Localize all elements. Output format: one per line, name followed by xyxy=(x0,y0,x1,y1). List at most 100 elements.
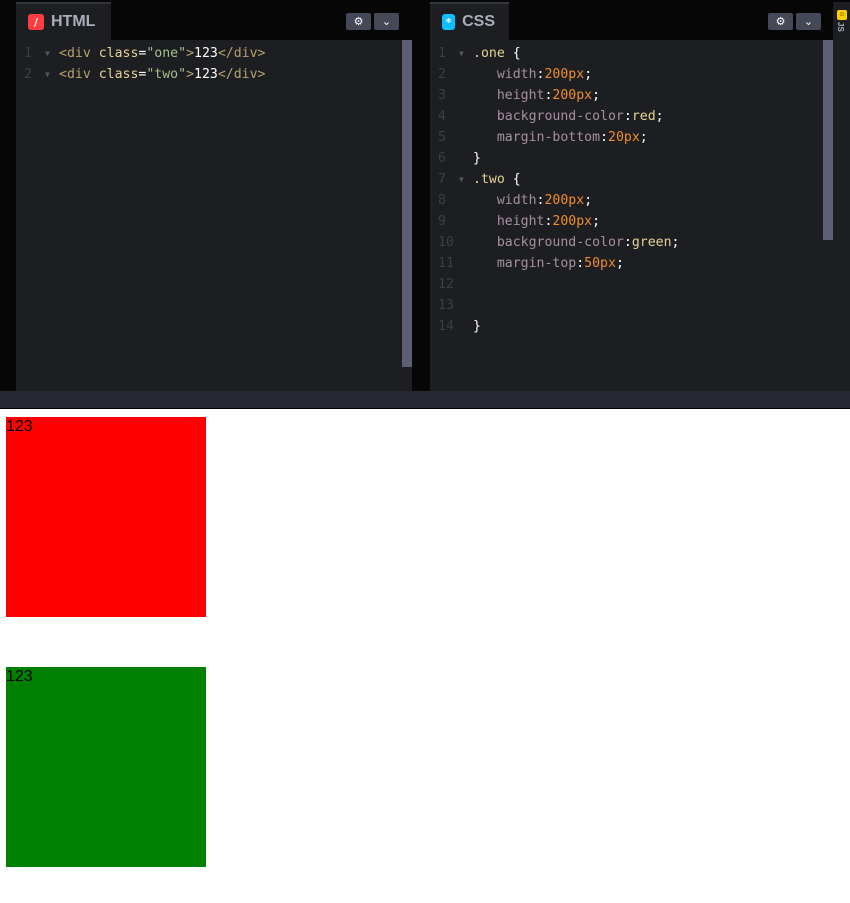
result-preview: 123 123 xyxy=(0,409,850,903)
code-token: 200px xyxy=(544,67,585,82)
code-text: } xyxy=(473,148,481,169)
line-number: 9 xyxy=(438,214,446,229)
code-token: margin-bottom xyxy=(473,130,601,145)
code-text: width:200px; xyxy=(473,190,592,211)
code-token: > xyxy=(186,46,195,61)
html-code-editor[interactable]: 1 ▼ <div class="one">123</div> 2 ▼ <div class… xyxy=(16,43,400,391)
css-panel-header: * CSS ⚙ ⌄ xyxy=(430,2,833,40)
code-token: 50px xyxy=(584,256,616,271)
editor-area: / HTML ⚙ ⌄ 1 ▼ <div class="one">123</div> 2… xyxy=(0,0,850,392)
code-text: background-color:red; xyxy=(473,106,664,127)
code-token: ; xyxy=(584,193,593,208)
code-token: background-color xyxy=(473,235,624,250)
code-token: 200px xyxy=(552,214,593,229)
preview-box-two: 123 xyxy=(6,667,206,867)
preview-box-one: 123 xyxy=(6,417,206,617)
code-text: background-color:green; xyxy=(473,232,680,253)
tab-html[interactable]: / HTML xyxy=(16,2,111,40)
css-collapse-button[interactable]: ⌄ xyxy=(796,13,821,30)
line-number: 14 xyxy=(438,319,454,334)
code-token: : xyxy=(623,109,632,124)
code-text: } xyxy=(473,316,481,337)
tab-css[interactable]: * CSS xyxy=(430,2,509,40)
code-token: <div xyxy=(59,67,99,82)
code-token: width xyxy=(473,193,537,208)
chevron-down-icon: ⌄ xyxy=(381,16,392,28)
code-token: "two" xyxy=(146,67,187,82)
code-token: ; xyxy=(655,109,664,124)
html-scrollbar[interactable] xyxy=(402,40,412,367)
code-token: ; xyxy=(671,235,680,250)
html-logo-icon: / xyxy=(28,14,44,30)
code-token: ; xyxy=(592,214,601,229)
code-text: <div class="one">123</div> xyxy=(59,43,265,64)
fold-arrow-icon[interactable]: ▼ xyxy=(459,169,464,190)
code-text: .one { xyxy=(473,43,521,64)
tab-html-label: HTML xyxy=(51,13,96,30)
code-token: } xyxy=(473,151,481,166)
js-panel-label: JS xyxy=(836,22,845,32)
code-token: ; xyxy=(615,256,624,271)
code-token: class xyxy=(98,46,139,61)
tab-css-label: CSS xyxy=(462,13,495,30)
code-token: } xyxy=(473,319,481,334)
code-token: ; xyxy=(584,67,593,82)
code-text: <div class="two">123</div> xyxy=(59,64,265,85)
html-editor-panel: / HTML ⚙ ⌄ 1 ▼ <div class="one">123</div> 2… xyxy=(16,2,412,391)
line-number: 1 xyxy=(24,46,32,61)
code-text: width:200px; xyxy=(473,64,592,85)
html-collapse-button[interactable]: ⌄ xyxy=(374,13,399,30)
code-token: "one" xyxy=(146,46,187,61)
code-token: </div> xyxy=(217,67,266,82)
code-token: </div> xyxy=(217,46,266,61)
code-token: : xyxy=(600,130,608,145)
code-token: red xyxy=(631,109,656,124)
css-logo-icon: * xyxy=(442,14,456,30)
code-token: height xyxy=(473,88,545,103)
code-token: .one xyxy=(473,46,505,61)
html-panel-header: / HTML ⚙ ⌄ xyxy=(16,2,412,40)
js-logo-icon: ☺ xyxy=(837,10,847,20)
gear-icon: ⚙ xyxy=(353,16,364,28)
code-token: 123 xyxy=(194,67,218,82)
css-code-editor[interactable]: 1 ▼ .one {2 width:200px; 3 height:200px; 4 b… xyxy=(430,43,821,391)
fold-arrow-icon[interactable]: ▼ xyxy=(45,43,50,64)
code-text: margin-top:50px; xyxy=(473,253,624,274)
line-number: 5 xyxy=(438,130,446,145)
code-text: .two { xyxy=(473,169,521,190)
code-token: 20px xyxy=(608,130,640,145)
css-settings-button[interactable]: ⚙ xyxy=(768,13,793,30)
fold-arrow-icon[interactable]: ▼ xyxy=(45,64,50,85)
line-number: 11 xyxy=(438,256,454,271)
code-token: ; xyxy=(592,88,601,103)
css-scrollbar[interactable] xyxy=(823,40,833,240)
line-number: 13 xyxy=(438,298,454,313)
chevron-down-icon: ⌄ xyxy=(803,16,814,28)
line-number: 2 xyxy=(438,67,446,82)
js-panel-collapsed[interactable]: ☺ JS xyxy=(833,2,850,391)
code-token: width xyxy=(473,67,537,82)
gear-icon: ⚙ xyxy=(775,16,786,28)
line-number: 3 xyxy=(438,88,446,103)
code-token: { xyxy=(504,46,521,61)
line-number: 1 xyxy=(438,46,446,61)
code-token: ; xyxy=(639,130,648,145)
line-number: 4 xyxy=(438,109,446,124)
line-number: 8 xyxy=(438,193,446,208)
fold-arrow-icon[interactable]: ▼ xyxy=(459,43,464,64)
code-text: height:200px; xyxy=(473,85,600,106)
line-number: 10 xyxy=(438,235,454,250)
line-number: 12 xyxy=(438,277,454,292)
code-token: 123 xyxy=(194,46,218,61)
css-editor-panel: * CSS ⚙ ⌄ 1 ▼ .one {2 width:200px; 3 height… xyxy=(430,2,833,391)
code-token: <div xyxy=(59,46,99,61)
html-settings-button[interactable]: ⚙ xyxy=(346,13,371,30)
line-number: 7 xyxy=(438,172,446,187)
code-token: .two xyxy=(473,172,505,187)
editor-resize-handle[interactable] xyxy=(0,391,850,409)
code-token: : xyxy=(623,235,632,250)
code-token: 200px xyxy=(552,88,593,103)
code-token: > xyxy=(186,67,195,82)
code-text: height:200px; xyxy=(473,211,600,232)
code-token: class xyxy=(98,67,139,82)
